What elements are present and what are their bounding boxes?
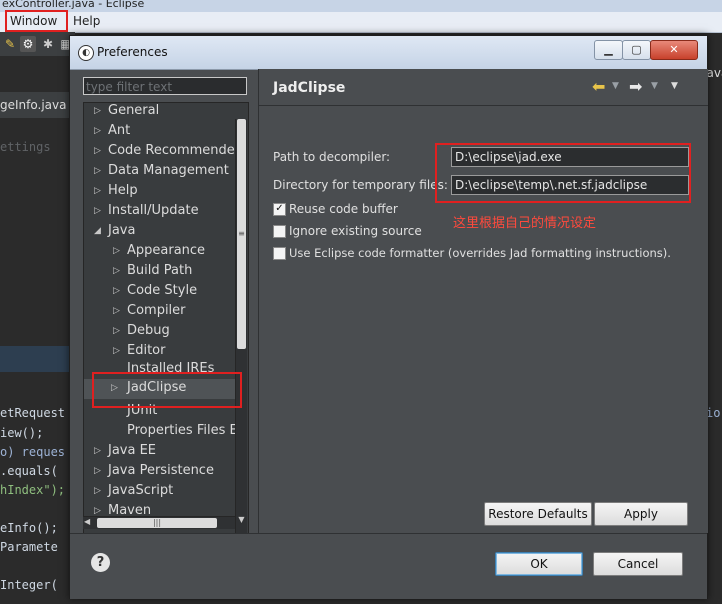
editor-highlight-band [0, 346, 72, 372]
expand-arrow-icon[interactable]: ▷ [94, 482, 101, 500]
grip-icon: ≡ [238, 229, 245, 238]
code-line: hIndex"); [0, 483, 66, 497]
expand-arrow-icon[interactable]: ▷ [94, 442, 101, 460]
back-arrow-icon[interactable]: ⬅ [592, 77, 605, 96]
code-line: etRequest [0, 406, 66, 420]
scrollbar-thumb[interactable]: ||| [97, 518, 217, 528]
brush-icon[interactable]: ✎ [2, 36, 18, 52]
help-icon[interactable]: ? [91, 553, 110, 572]
panel-header: JadClipse ⬅ ▼ ➡ ▼ ▼ [259, 69, 708, 106]
tree-item-properties-files-editor[interactable]: Properties Files Ed [127, 422, 246, 442]
jadclipse-panel: JadClipse ⬅ ▼ ➡ ▼ ▼ Path to decompiler: … [258, 69, 708, 533]
tree-item-build-path[interactable]: ▷ Build Path [113, 262, 192, 282]
maximize-button[interactable]: ▢ [622, 40, 651, 60]
tree-item-java-persistence[interactable]: ▷ Java Persistence [94, 462, 214, 482]
expand-arrow-icon[interactable]: ▷ [94, 103, 101, 120]
code-fragment-right: io [706, 406, 721, 420]
cancel-button[interactable]: Cancel [593, 552, 683, 576]
scroll-left-icon[interactable]: ◀ [84, 517, 90, 526]
panel-title: JadClipse [273, 80, 346, 96]
close-button[interactable]: ✕ [650, 40, 698, 60]
eclipse-title-bar: exController.java - Eclipse [0, 0, 722, 12]
tree-item-editor[interactable]: ▷ Editor [113, 342, 165, 362]
eclipse-logo-icon: ◐ [78, 45, 94, 61]
expand-arrow-icon[interactable]: ▷ [94, 202, 101, 220]
minimize-button[interactable]: ▁ [594, 40, 623, 60]
expand-arrow-icon[interactable]: ▷ [94, 162, 101, 180]
ignore-existing-source-label: Ignore existing source [289, 224, 422, 238]
expand-arrow-icon[interactable]: ▷ [113, 282, 120, 300]
expand-arrow-icon[interactable]: ▷ [113, 302, 120, 320]
tree-item-code-recommenders[interactable]: ▷ Code Recommenders [94, 142, 247, 162]
tree-item-javascript[interactable]: ▷ JavaScript [94, 482, 173, 502]
eclipse-toolbar: ✎ ⚙ ✱ ▦ [0, 32, 75, 56]
editor-tab-label[interactable]: geInfo.java [0, 98, 66, 112]
ignore-existing-source-checkbox[interactable] [273, 225, 286, 238]
restore-defaults-button[interactable]: Restore Defaults [484, 502, 592, 526]
back-dropdown-icon[interactable]: ▼ [612, 81, 619, 91]
gear-icon[interactable]: ⚙ [20, 36, 36, 52]
tree-item-java-ee[interactable]: ▷ Java EE [94, 442, 156, 462]
filter-input[interactable]: type filter text [83, 77, 247, 95]
expand-arrow-icon[interactable]: ▷ [113, 242, 120, 260]
view-menu-icon[interactable]: ▼ [671, 81, 678, 91]
tree-item-data-management[interactable]: ▷ Data Management [94, 162, 229, 182]
scroll-down-icon[interactable]: ▼ [237, 515, 246, 524]
forward-dropdown-icon[interactable]: ▼ [651, 81, 658, 91]
collapse-arrow-icon[interactable]: ◢ [94, 222, 101, 240]
temp-directory-label: Directory for temporary files: [273, 178, 448, 192]
tree-item-general[interactable]: ▷ General [94, 103, 159, 122]
tree-item-compiler[interactable]: ▷ Compiler [113, 302, 186, 322]
apply-button[interactable]: Apply [594, 502, 688, 526]
editor-tab-strip: geInfo.java [0, 92, 72, 118]
expand-arrow-icon[interactable]: ▷ [94, 462, 101, 480]
tree-item-code-style[interactable]: ▷ Code Style [113, 282, 197, 302]
path-to-decompiler-label: Path to decompiler: [273, 150, 391, 164]
tree-vertical-scrollbar[interactable]: ≡ ▼ [235, 119, 247, 533]
code-line: .equals( [0, 464, 58, 478]
tree-item-ant[interactable]: ▷ Ant [94, 122, 130, 142]
tree-item-help[interactable]: ▷ Help [94, 182, 138, 202]
menu-help[interactable]: Help [73, 14, 100, 28]
tree-item-debug[interactable]: ▷ Debug [113, 322, 170, 342]
dialog-button-bar: ? OK Cancel [70, 533, 707, 599]
preferences-tree: ▷ General ▷ Ant ▷ Code Recommenders ▷ Data M… [83, 102, 249, 534]
use-eclipse-formatter-label: Use Eclipse code formatter (overrides Ja… [289, 246, 671, 260]
reuse-code-buffer-checkbox[interactable]: ✓ [273, 203, 286, 216]
highlight-jadclipse [92, 372, 242, 408]
preferences-dialog: ◐ Preferences ▁ ▢ ✕ type filter text ▷ Ge… [69, 35, 708, 599]
tree-item-java[interactable]: ◢ Java [94, 222, 135, 242]
expand-arrow-icon[interactable]: ▷ [113, 322, 120, 340]
forward-arrow-icon[interactable]: ➡ [629, 77, 642, 96]
debug-icon[interactable]: ✱ [40, 36, 56, 52]
tree-horizontal-scrollbar[interactable]: ◀ ||| [83, 516, 235, 529]
tree-item-install-update[interactable]: ▷ Install/Update [94, 202, 199, 222]
code-line: eInfo(); [0, 521, 58, 535]
tree-item-appearance[interactable]: ▷ Appearance [113, 242, 205, 262]
reuse-code-buffer-label: Reuse code buffer [289, 202, 398, 216]
code-line: o) reques [0, 445, 66, 459]
code-line: Paramete [0, 540, 58, 554]
code-line: ettings [0, 140, 51, 154]
code-line: iew(); [0, 426, 44, 440]
code-line: Integer( [0, 578, 58, 592]
highlight-path-fields [435, 143, 691, 203]
dialog-title-bar[interactable]: ◐ Preferences ▁ ▢ ✕ [70, 36, 707, 70]
annotation-text: 这里根据自己的情况设定 [453, 216, 597, 231]
highlight-window-menu [5, 10, 68, 32]
expand-arrow-icon[interactable]: ▷ [113, 342, 120, 360]
expand-arrow-icon[interactable]: ▷ [94, 182, 101, 200]
expand-arrow-icon[interactable]: ▷ [94, 142, 101, 160]
eclipse-menu-bar: Window Help [0, 10, 722, 33]
use-eclipse-formatter-checkbox[interactable] [273, 247, 286, 260]
expand-arrow-icon[interactable]: ▷ [94, 122, 101, 140]
expand-arrow-icon[interactable]: ▷ [113, 262, 120, 280]
eclipse-title-text: exController.java - Eclipse [2, 0, 145, 10]
dialog-title: Preferences [97, 45, 168, 59]
ok-button[interactable]: OK [495, 552, 583, 576]
